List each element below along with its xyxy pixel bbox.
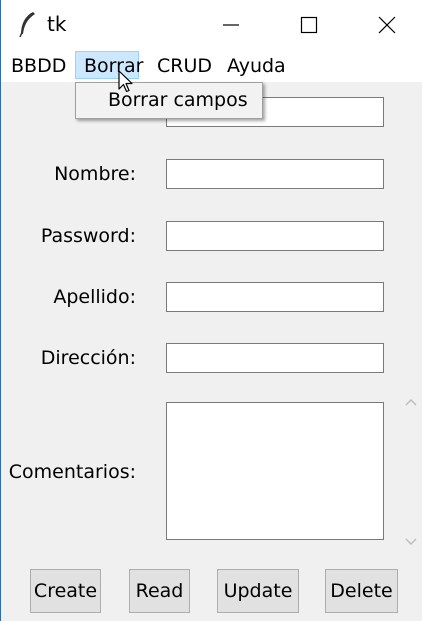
create-button[interactable]: Create	[30, 569, 101, 613]
minimize-button[interactable]	[201, 0, 261, 50]
password-label: Password:	[40, 225, 136, 247]
comentarios-textarea[interactable]	[166, 402, 384, 540]
feather-icon	[19, 12, 35, 38]
close-icon	[378, 16, 396, 34]
comentarios-label: Comentarios:	[8, 461, 136, 483]
comentarios-scrollbar[interactable]	[401, 391, 421, 553]
menu-bbdd[interactable]: BBDD	[7, 52, 70, 80]
read-button[interactable]: Read	[129, 569, 190, 613]
nombre-field[interactable]	[166, 159, 384, 189]
chevron-up-icon[interactable]	[401, 391, 421, 413]
borrar-dropdown-menu: Borrar campos	[75, 82, 263, 119]
maximize-button[interactable]	[279, 0, 339, 50]
mouse-pointer-icon	[118, 70, 133, 93]
menu-crud[interactable]: CRUD	[153, 52, 216, 80]
maximize-icon	[300, 16, 318, 34]
close-button[interactable]	[357, 0, 417, 50]
direccion-label: Dirección:	[40, 347, 136, 369]
window-title: tk	[47, 12, 67, 36]
apellido-field[interactable]	[166, 282, 384, 312]
direccion-field[interactable]	[166, 343, 384, 373]
password-field[interactable]	[166, 221, 384, 251]
title-bar[interactable]: tk	[1, 0, 422, 50]
delete-button[interactable]: Delete	[325, 569, 398, 613]
app-window: tk BBDD Borrar CRUD Ayuda Nombre: Passwo…	[0, 0, 422, 621]
menu-bar: BBDD Borrar CRUD Ayuda	[1, 50, 422, 82]
menu-ayuda[interactable]: Ayuda	[223, 52, 290, 80]
apellido-label: Apellido:	[53, 286, 136, 308]
minimize-icon	[223, 24, 239, 26]
update-button[interactable]: Update	[217, 569, 299, 613]
nombre-label: Nombre:	[54, 163, 136, 185]
chevron-down-icon[interactable]	[401, 531, 421, 553]
